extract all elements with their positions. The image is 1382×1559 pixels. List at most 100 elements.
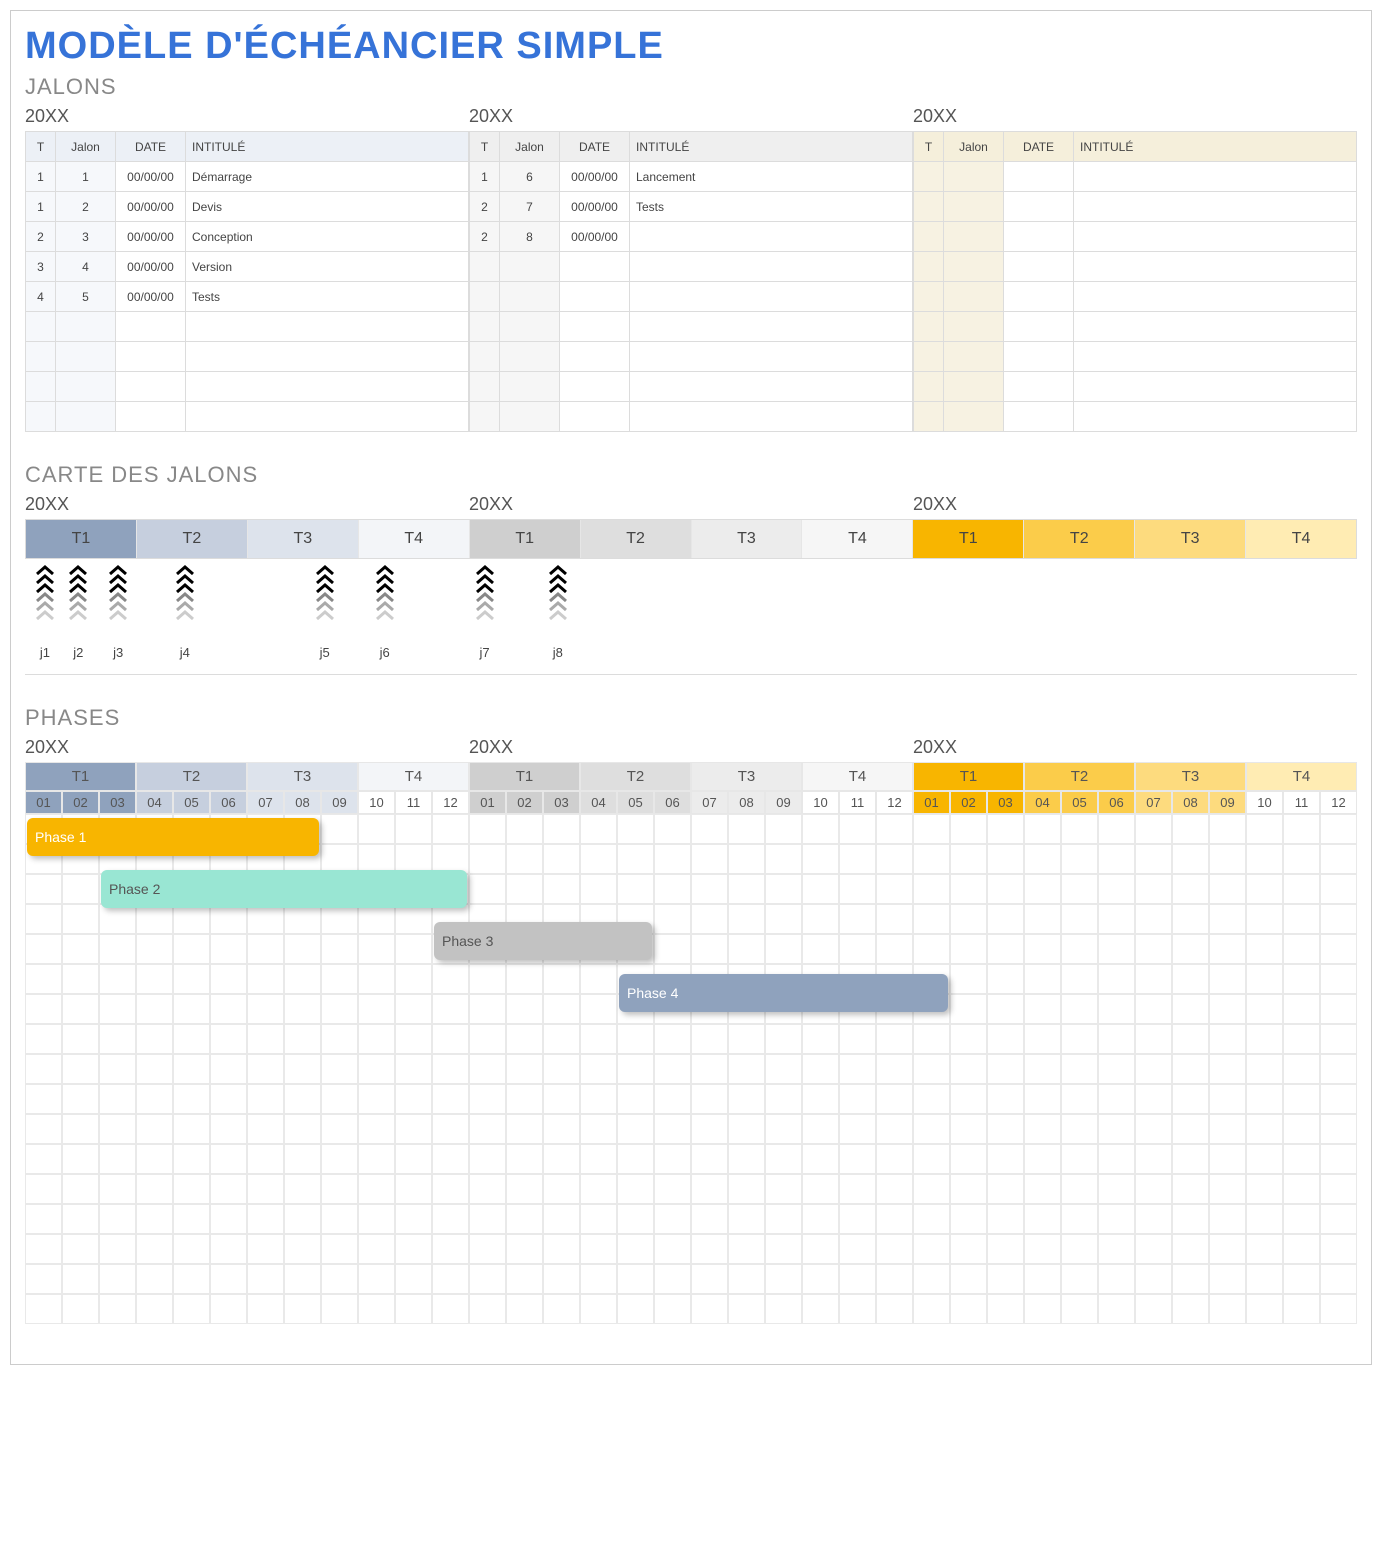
jalons-cell-date[interactable]	[116, 342, 186, 372]
jalons-cell-date[interactable]: 00/00/00	[116, 162, 186, 192]
jalons-cell-t[interactable]: 2	[470, 222, 500, 252]
jalons-cell-intitule[interactable]	[1074, 282, 1357, 312]
jalons-cell-date[interactable]	[116, 372, 186, 402]
jalons-cell-jalon[interactable]	[500, 342, 560, 372]
jalons-cell-t[interactable]: 1	[26, 162, 56, 192]
jalons-cell-intitule[interactable]	[186, 372, 469, 402]
jalons-cell-date[interactable]	[560, 312, 630, 342]
jalons-cell-intitule[interactable]	[1074, 342, 1357, 372]
jalons-cell-intitule[interactable]	[186, 312, 469, 342]
jalons-cell-intitule[interactable]: Démarrage	[186, 162, 469, 192]
jalons-cell-t[interactable]	[470, 372, 500, 402]
jalons-cell-intitule[interactable]	[1074, 222, 1357, 252]
jalons-cell-date[interactable]	[116, 402, 186, 432]
jalons-cell-date[interactable]	[1004, 222, 1074, 252]
jalons-cell-intitule[interactable]	[630, 312, 913, 342]
jalons-cell-date[interactable]	[1004, 282, 1074, 312]
jalons-cell-intitule[interactable]	[630, 222, 913, 252]
jalons-cell-jalon[interactable]	[944, 312, 1004, 342]
jalons-cell-t[interactable]	[26, 312, 56, 342]
jalons-cell-jalon[interactable]	[944, 192, 1004, 222]
jalons-cell-jalon[interactable]: 3	[56, 222, 116, 252]
jalons-cell-t[interactable]	[914, 162, 944, 192]
jalons-cell-intitule[interactable]	[630, 342, 913, 372]
jalons-cell-t[interactable]: 2	[470, 192, 500, 222]
jalons-cell-intitule[interactable]: Devis	[186, 192, 469, 222]
jalons-cell-jalon[interactable]: 5	[56, 282, 116, 312]
jalons-cell-jalon[interactable]	[500, 282, 560, 312]
jalons-cell-t[interactable]: 1	[26, 192, 56, 222]
jalons-cell-jalon[interactable]: 2	[56, 192, 116, 222]
jalons-cell-t[interactable]	[26, 402, 56, 432]
jalons-cell-intitule[interactable]: Tests	[630, 192, 913, 222]
jalons-cell-t[interactable]	[914, 402, 944, 432]
jalons-cell-intitule[interactable]	[186, 402, 469, 432]
jalons-cell-date[interactable]	[560, 342, 630, 372]
jalons-cell-jalon[interactable]	[500, 402, 560, 432]
jalons-cell-jalon[interactable]	[944, 402, 1004, 432]
jalons-cell-t[interactable]	[914, 372, 944, 402]
jalons-cell-jalon[interactable]	[56, 402, 116, 432]
jalons-cell-t[interactable]	[26, 372, 56, 402]
jalons-cell-date[interactable]	[560, 282, 630, 312]
jalons-cell-jalon[interactable]: 8	[500, 222, 560, 252]
jalons-cell-jalon[interactable]: 7	[500, 192, 560, 222]
jalons-cell-t[interactable]	[470, 252, 500, 282]
jalons-cell-intitule[interactable]	[1074, 312, 1357, 342]
jalons-cell-t[interactable]	[470, 312, 500, 342]
jalons-cell-date[interactable]: 00/00/00	[560, 222, 630, 252]
phase-bar[interactable]: Phase 1	[27, 818, 319, 856]
jalons-cell-intitule[interactable]	[630, 402, 913, 432]
jalons-cell-intitule[interactable]: Lancement	[630, 162, 913, 192]
jalons-cell-intitule[interactable]	[1074, 252, 1357, 282]
jalons-cell-t[interactable]: 3	[26, 252, 56, 282]
jalons-cell-date[interactable]: 00/00/00	[560, 192, 630, 222]
jalons-cell-t[interactable]	[914, 222, 944, 252]
jalons-cell-jalon[interactable]	[944, 162, 1004, 192]
jalons-cell-date[interactable]	[1004, 342, 1074, 372]
jalons-cell-date[interactable]	[116, 312, 186, 342]
jalons-cell-jalon[interactable]	[944, 282, 1004, 312]
jalons-cell-intitule[interactable]: Conception	[186, 222, 469, 252]
jalons-cell-intitule[interactable]	[630, 252, 913, 282]
jalons-cell-date[interactable]: 00/00/00	[560, 162, 630, 192]
jalons-cell-date[interactable]	[560, 372, 630, 402]
jalons-cell-date[interactable]	[1004, 402, 1074, 432]
phase-bar[interactable]: Phase 4	[619, 974, 948, 1012]
jalons-cell-jalon[interactable]: 4	[56, 252, 116, 282]
jalons-cell-date[interactable]	[1004, 162, 1074, 192]
jalons-cell-date[interactable]: 00/00/00	[116, 282, 186, 312]
jalons-cell-t[interactable]	[914, 342, 944, 372]
jalons-cell-jalon[interactable]	[944, 342, 1004, 372]
jalons-cell-t[interactable]	[470, 282, 500, 312]
jalons-cell-date[interactable]	[560, 252, 630, 282]
jalons-cell-date[interactable]	[1004, 192, 1074, 222]
jalons-cell-jalon[interactable]	[500, 372, 560, 402]
jalons-cell-intitule[interactable]	[630, 372, 913, 402]
jalons-cell-t[interactable]	[470, 342, 500, 372]
jalons-cell-t[interactable]	[914, 252, 944, 282]
jalons-cell-jalon[interactable]	[944, 372, 1004, 402]
jalons-cell-t[interactable]	[470, 402, 500, 432]
jalons-cell-t[interactable]	[914, 312, 944, 342]
jalons-cell-t[interactable]	[914, 282, 944, 312]
jalons-cell-intitule[interactable]: Tests	[186, 282, 469, 312]
jalons-cell-t[interactable]: 2	[26, 222, 56, 252]
jalons-cell-jalon[interactable]	[56, 312, 116, 342]
jalons-cell-t[interactable]	[914, 192, 944, 222]
jalons-cell-date[interactable]	[560, 402, 630, 432]
jalons-cell-intitule[interactable]	[1074, 372, 1357, 402]
jalons-cell-intitule[interactable]	[1074, 162, 1357, 192]
jalons-cell-intitule[interactable]	[1074, 192, 1357, 222]
jalons-cell-t[interactable]: 1	[470, 162, 500, 192]
jalons-cell-date[interactable]: 00/00/00	[116, 222, 186, 252]
jalons-cell-intitule[interactable]	[1074, 402, 1357, 432]
jalons-cell-date[interactable]	[1004, 252, 1074, 282]
jalons-cell-date[interactable]: 00/00/00	[116, 192, 186, 222]
jalons-cell-intitule[interactable]	[186, 342, 469, 372]
jalons-cell-t[interactable]: 4	[26, 282, 56, 312]
jalons-cell-jalon[interactable]	[944, 222, 1004, 252]
jalons-cell-intitule[interactable]: Version	[186, 252, 469, 282]
jalons-cell-jalon[interactable]: 1	[56, 162, 116, 192]
jalons-cell-date[interactable]	[1004, 312, 1074, 342]
